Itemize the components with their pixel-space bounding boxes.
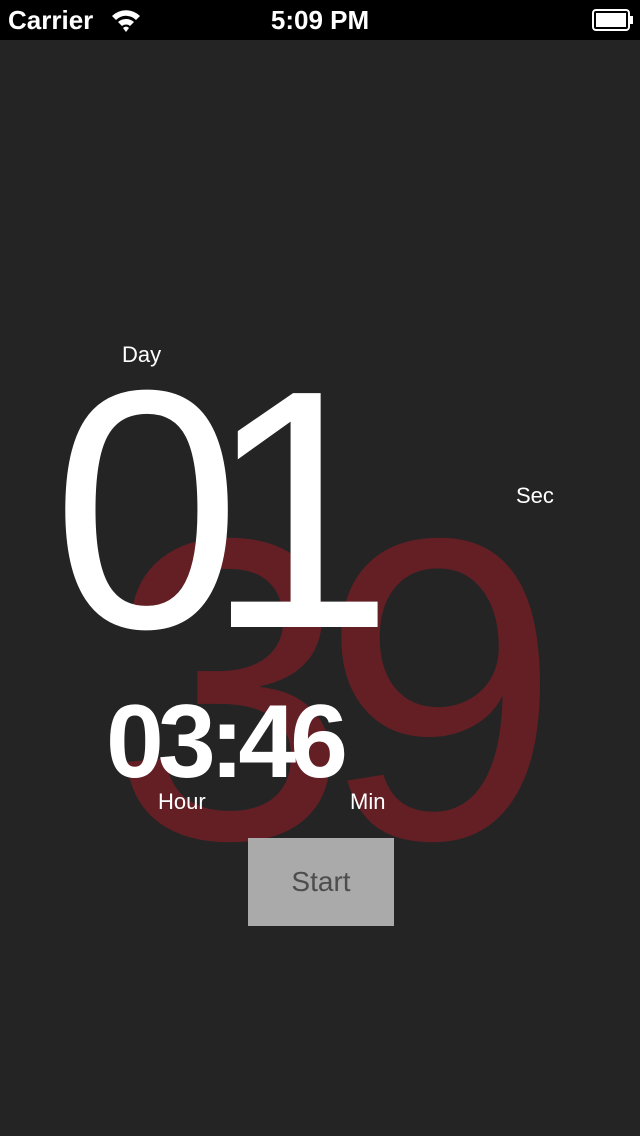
hour-value: 03	[106, 684, 216, 800]
battery-icon	[592, 9, 634, 31]
hour-minute-display: 03:46	[106, 690, 348, 794]
day-value: 01	[52, 320, 394, 700]
minute-value: 46	[238, 684, 348, 800]
day-label: Day	[122, 342, 162, 367]
status-bar: Carrier 5:09 PM	[0, 0, 640, 40]
timer-screen: 39 01 Day Sec 03:46 Hour Min Start	[0, 40, 640, 1136]
time-separator: :	[209, 684, 245, 800]
minute-label: Min	[350, 789, 386, 814]
status-time: 5:09 PM	[270, 5, 370, 35]
seconds-label: Sec	[516, 483, 554, 508]
start-button[interactable]: Start	[248, 838, 394, 926]
hour-label: Hour	[158, 789, 206, 814]
